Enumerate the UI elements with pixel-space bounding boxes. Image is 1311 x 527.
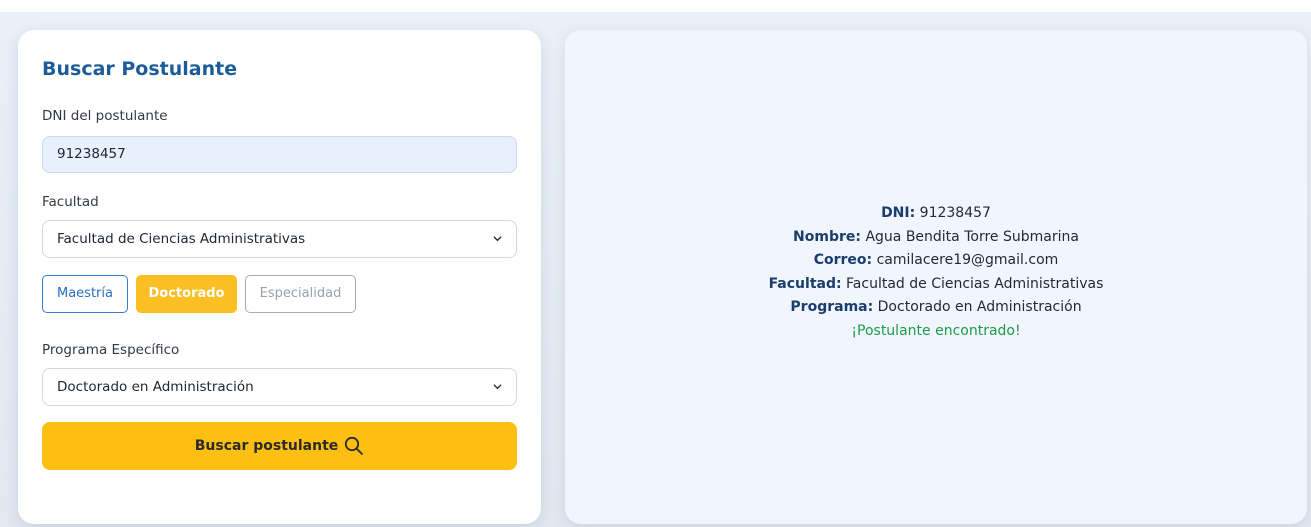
result-card: DNI: 91238457 Nombre: Agua Bendita Torre… — [565, 30, 1307, 524]
specific-program-select[interactable]: Doctorado en Administración — [42, 368, 517, 406]
dni-input[interactable]: 91238457 — [42, 136, 517, 173]
search-button-label: Buscar postulante — [194, 438, 339, 454]
search-button[interactable]: Buscar postulante — [42, 422, 517, 470]
especialidad-button[interactable]: Especialidad — [245, 275, 356, 313]
result-dni-value: 91238457 — [919, 205, 991, 221]
doctorado-button[interactable]: Doctorado — [136, 275, 237, 313]
result-name: Nombre: Agua Bendita Torre Submarina — [565, 226, 1307, 250]
top-bar — [0, 0, 1311, 12]
specific-program-label: Programa Específico — [42, 342, 180, 358]
faculty-label: Facultad — [42, 194, 99, 210]
result-program-value: Doctorado en Administración — [877, 299, 1082, 315]
result-dni: DNI: 91238457 — [565, 202, 1307, 226]
search-icon — [345, 436, 364, 455]
result-faculty-key: Facultad: — [768, 275, 842, 292]
result-faculty-value: Facultad de Ciencias Administrativas — [846, 275, 1104, 292]
dni-label: DNI del postulante — [42, 108, 168, 124]
specific-program-select-value: Doctorado en Administración — [57, 379, 254, 395]
search-card: Buscar Postulante DNI del postulante 912… — [18, 30, 541, 524]
result-name-value: Agua Bendita Torre Submarina — [865, 228, 1079, 245]
maestria-button[interactable]: Maestría — [42, 275, 128, 313]
result-dni-key: DNI: — [881, 205, 916, 221]
chevron-down-icon — [493, 384, 502, 390]
result-email-key: Correo: — [813, 252, 873, 268]
result-program-key: Programa: — [790, 299, 874, 315]
result-faculty: Facultad: Facultad de Ciencias Administr… — [565, 273, 1307, 297]
result-panel: DNI: 91238457 Nombre: Agua Bendita Torre… — [565, 202, 1307, 343]
result-email: Correo: camilacere19@gmail.com — [565, 249, 1307, 273]
faculty-select[interactable]: Facultad de Ciencias Administrativas — [42, 220, 517, 258]
faculty-select-value: Facultad de Ciencias Administrativas — [57, 231, 306, 247]
chevron-down-icon — [493, 236, 502, 242]
status-message: ¡Postulante encontrado! — [851, 322, 1021, 339]
result-email-value: camilacere19@gmail.com — [876, 252, 1059, 268]
card-title: Buscar Postulante — [42, 58, 238, 80]
result-program: Programa: Doctorado en Administración — [565, 296, 1307, 320]
result-name-key: Nombre: — [793, 228, 861, 245]
